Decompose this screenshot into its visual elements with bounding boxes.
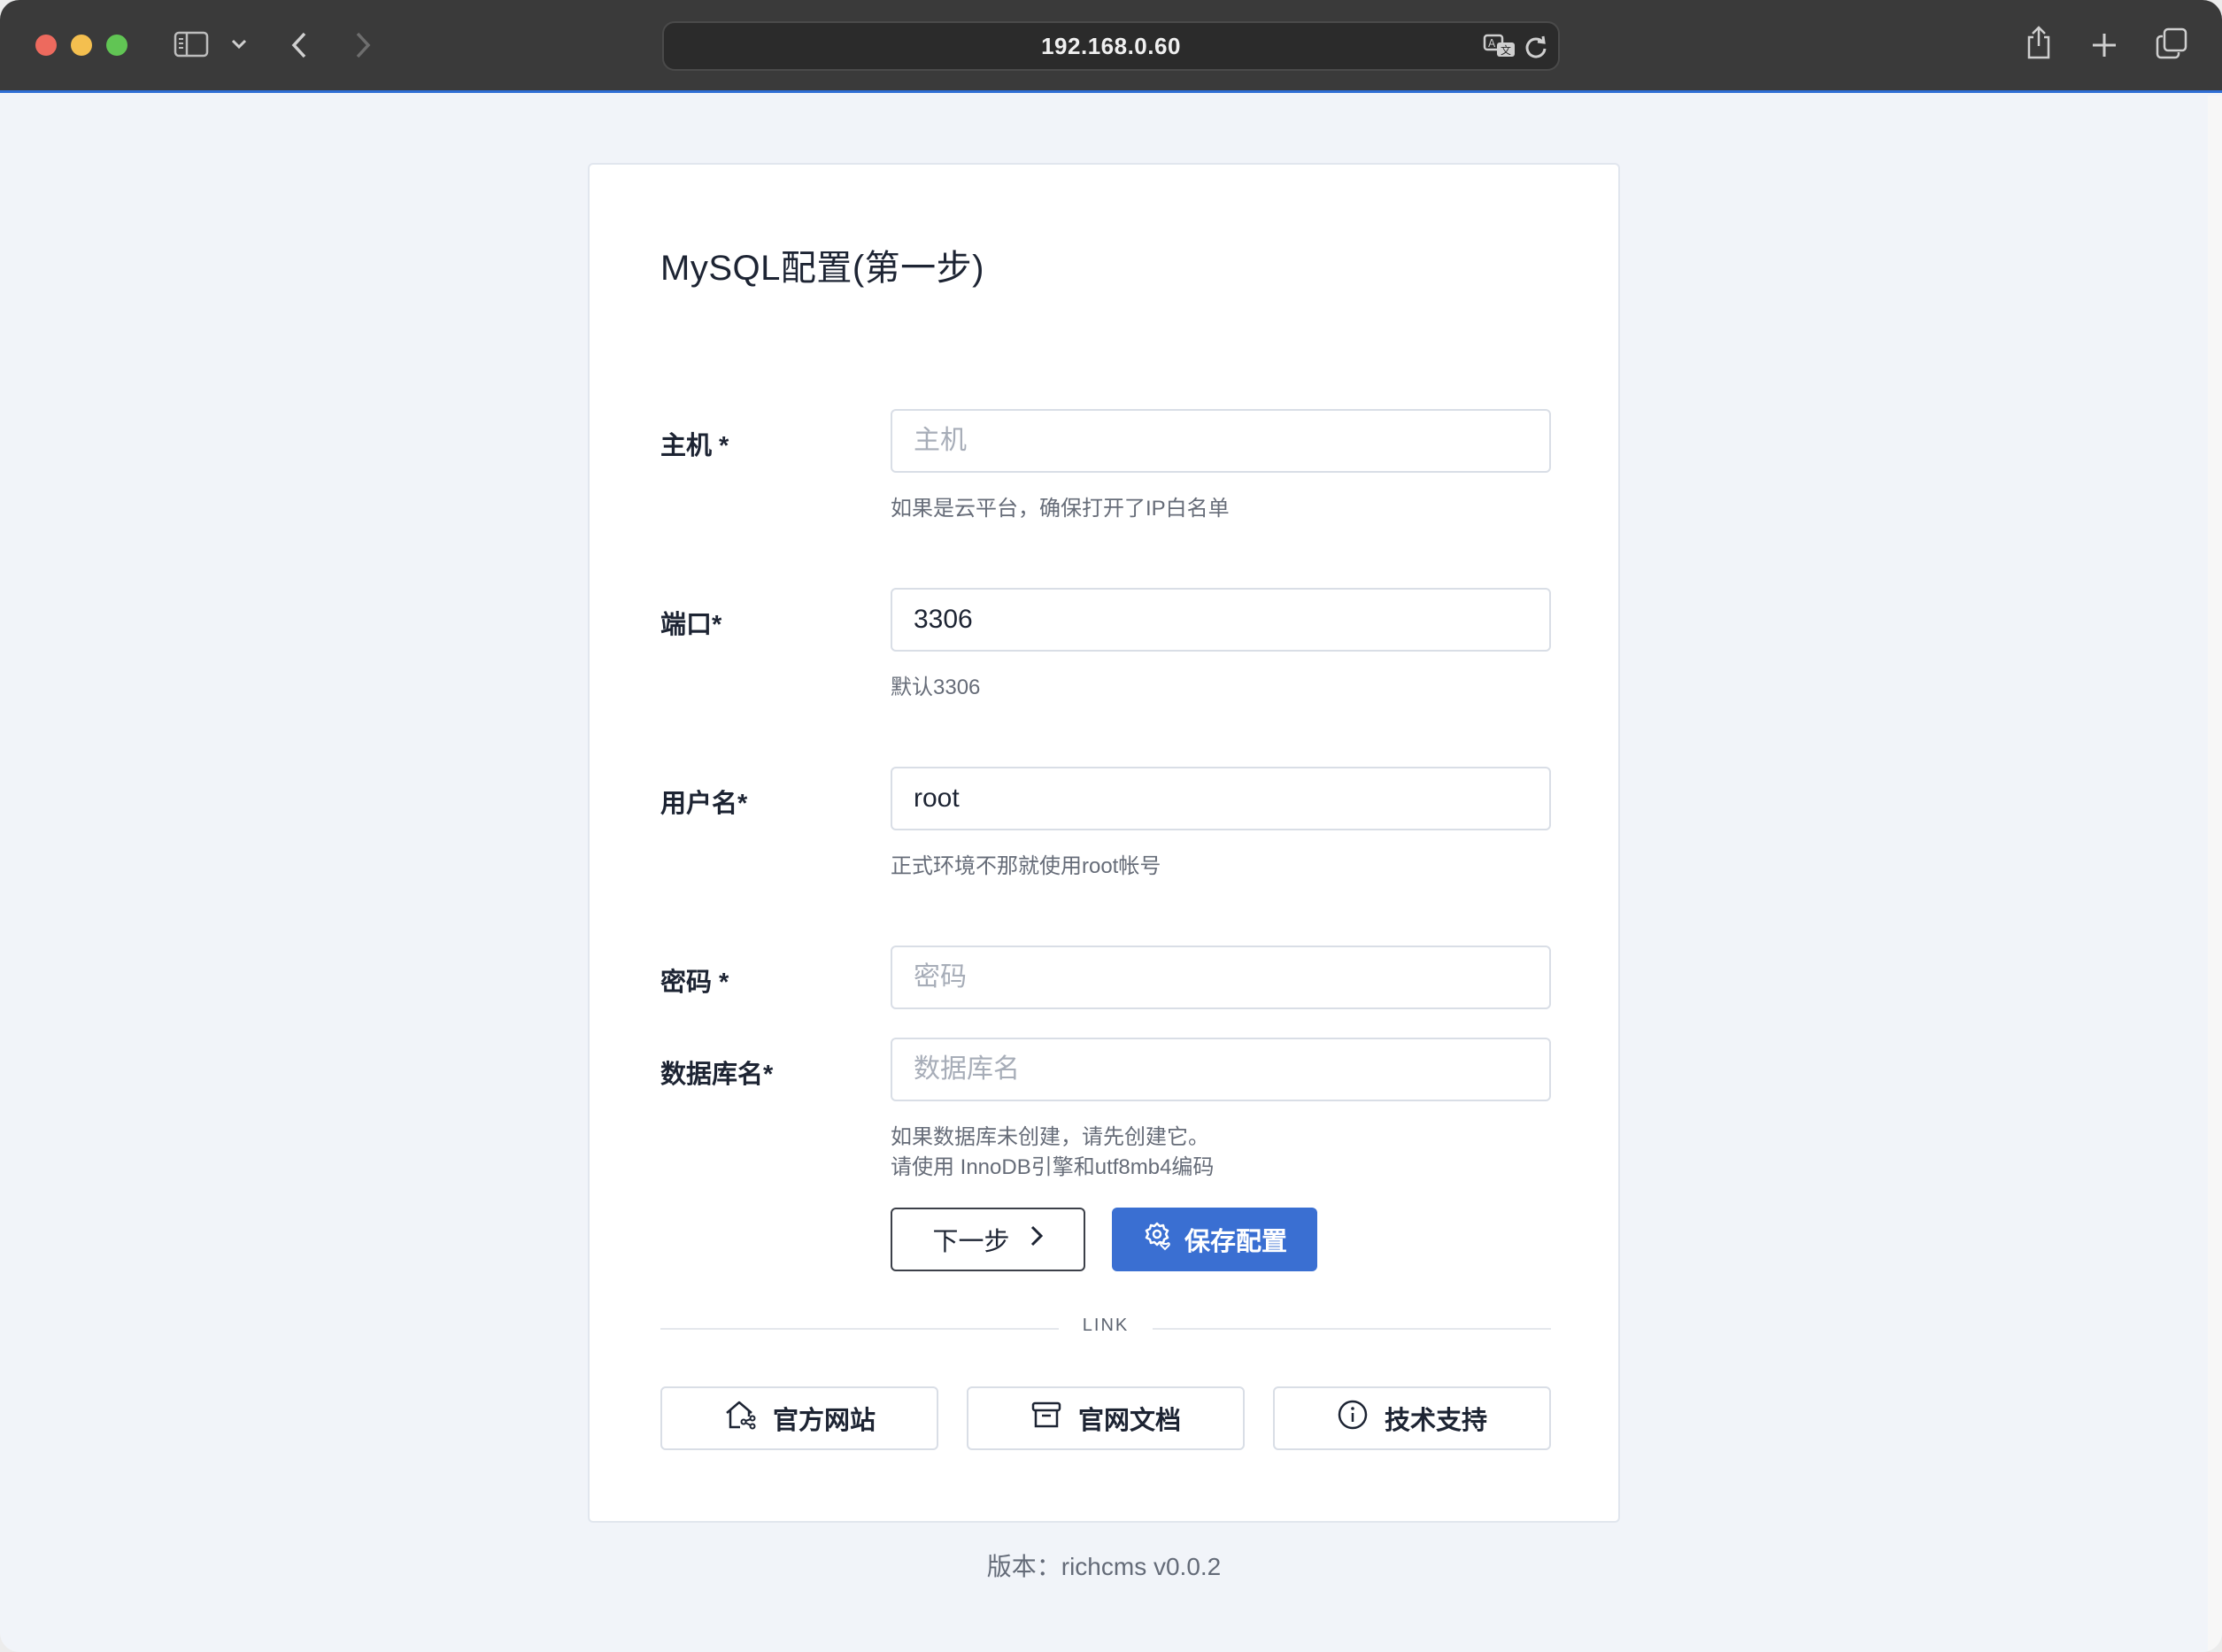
translate-icon[interactable]: A文 [1482, 32, 1517, 60]
password-input[interactable] [891, 946, 1551, 1009]
database-help-line1: 如果数据库未创建，请先创建它。 [891, 1125, 1209, 1149]
save-config-button[interactable]: 保存配置 [1112, 1208, 1317, 1271]
database-help-line2: 请使用 InnoDB引擎和utf8mb4编码 [891, 1155, 1215, 1179]
port-input[interactable] [891, 588, 1551, 652]
docs-label: 官网文档 [1077, 1407, 1181, 1435]
info-icon [1337, 1399, 1369, 1438]
official-site-label: 官方网站 [772, 1407, 876, 1435]
database-label: 数据库名* [660, 1061, 774, 1089]
official-site-button[interactable]: 官方网站 [660, 1386, 938, 1450]
tab-overview-icon[interactable] [2155, 27, 2188, 60]
link-divider-text: LINK [1082, 1316, 1130, 1335]
tech-support-label: 技术支持 [1384, 1407, 1487, 1435]
chevron-right-icon [1030, 1224, 1044, 1254]
new-tab-icon[interactable] [2089, 30, 2119, 60]
database-input[interactable] [891, 1038, 1551, 1101]
host-help: 如果是云平台，确保打开了IP白名单 [891, 497, 1230, 521]
next-step-label: 下一步 [932, 1228, 1010, 1256]
next-step-button[interactable]: 下一步 [891, 1208, 1085, 1271]
port-label: 端口* [660, 611, 722, 639]
divider-line-left [660, 1328, 1059, 1330]
password-label: 密码 * [660, 969, 729, 997]
back-icon[interactable] [287, 28, 312, 62]
username-help: 正式环境不那就使用root帐号 [891, 854, 1161, 878]
browser-toolbar: 192.168.0.60 A文 [0, 0, 2222, 93]
forward-icon[interactable] [351, 28, 375, 62]
archive-icon [1030, 1400, 1062, 1437]
page-title: MySQL配置(第一步) [660, 249, 984, 288]
zoom-window-button[interactable] [106, 35, 127, 56]
username-input[interactable] [891, 767, 1551, 830]
url-text: 192.168.0.60 [1041, 33, 1181, 59]
host-label: 主机 * [660, 432, 729, 460]
tech-support-button[interactable]: 技术支持 [1273, 1386, 1551, 1450]
docs-button[interactable]: 官网文档 [967, 1386, 1245, 1450]
browser-window: 192.168.0.60 A文 MySQL配置(第一步) 主机 * 如果是云平台… [0, 0, 2222, 1652]
home-icon [723, 1399, 757, 1438]
sidebar-toggle-icon[interactable] [172, 28, 211, 60]
divider-line-right [1153, 1328, 1551, 1330]
minimize-window-button[interactable] [71, 35, 92, 56]
config-card: MySQL配置(第一步) 主机 * 如果是云平台，确保打开了IP白名单 端口* … [588, 163, 1620, 1523]
save-config-label: 保存配置 [1184, 1228, 1287, 1256]
svg-text:文: 文 [1501, 43, 1511, 57]
port-help: 默认3306 [891, 675, 981, 699]
page-content: MySQL配置(第一步) 主机 * 如果是云平台，确保打开了IP白名单 端口* … [0, 96, 2222, 1652]
host-input[interactable] [891, 409, 1551, 473]
address-bar[interactable]: 192.168.0.60 A文 [662, 21, 1560, 71]
username-label: 用户名* [660, 790, 748, 818]
scrollbar[interactable] [2208, 96, 2222, 1652]
reload-icon[interactable] [1523, 34, 1549, 60]
close-window-button[interactable] [35, 35, 57, 56]
svg-text:A: A [1488, 37, 1496, 50]
gear-heart-icon [1142, 1221, 1172, 1258]
version-text: 版本：richcms v0.0.2 [986, 1553, 1222, 1580]
chevron-down-icon[interactable] [228, 34, 250, 55]
share-icon[interactable] [2024, 23, 2054, 62]
